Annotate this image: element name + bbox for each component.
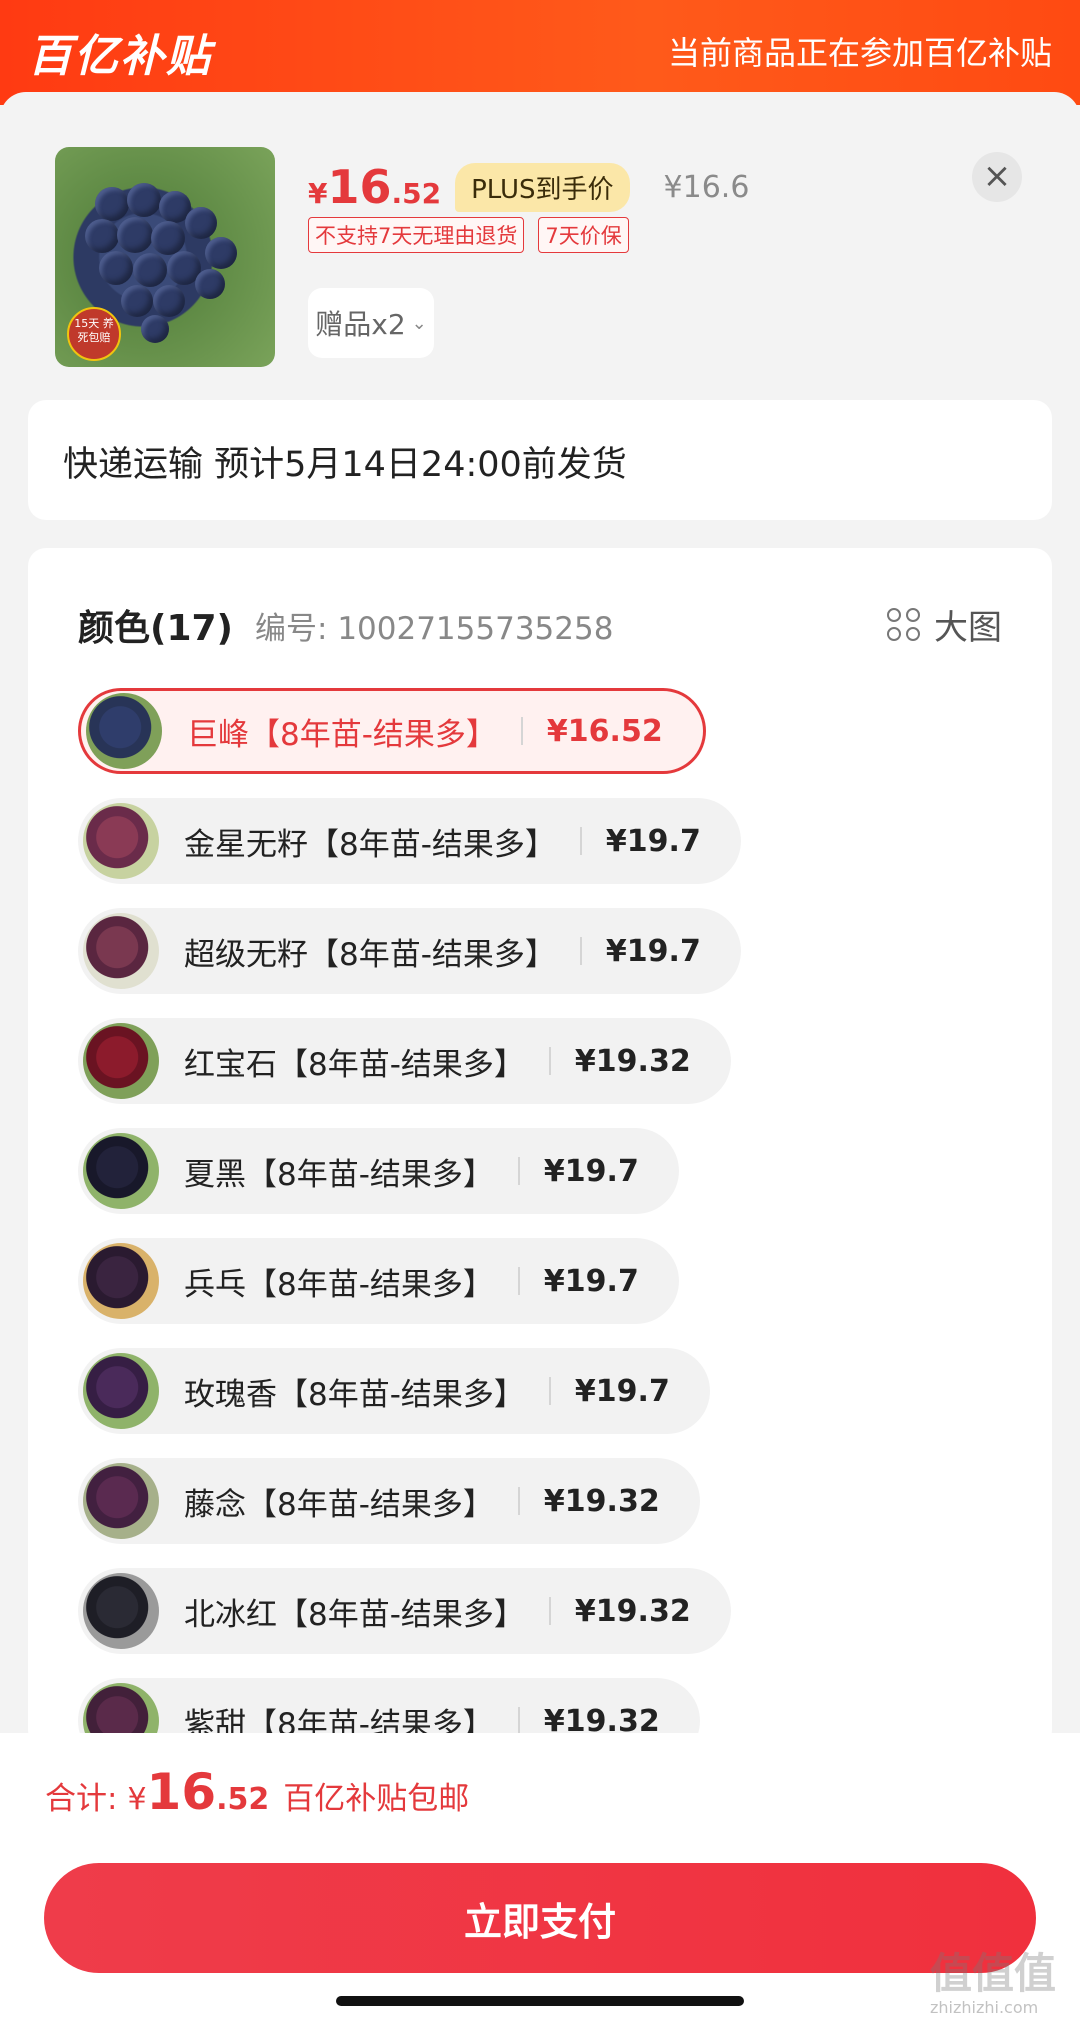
total-label: 合计: <box>45 1781 118 1817</box>
watermark-url: zhizhizhi.com <box>930 1998 1039 2017</box>
option-separator <box>517 1267 520 1295</box>
guarantee-badge: 15天 养死包赔 <box>67 307 121 361</box>
option-separator <box>548 1047 551 1075</box>
option-separator <box>517 1707 520 1735</box>
option-separator <box>548 1597 551 1625</box>
options-header: 颜色(17) 编号: 10027155735258 大图 <box>78 600 1002 650</box>
close-icon: × <box>982 156 1012 196</box>
pay-now-button[interactable]: 立即支付 <box>44 1863 1036 1973</box>
option-chip[interactable]: 金星无籽【8年苗-结果多】 ¥19.7 <box>78 798 741 884</box>
original-price: ¥16.6 <box>663 169 750 205</box>
option-thumbnail <box>83 1573 159 1649</box>
option-name: 北冰红【8年苗-结果多】 <box>184 1596 525 1633</box>
option-chip[interactable]: 玫瑰香【8年苗-结果多】 ¥19.7 <box>78 1348 710 1434</box>
option-thumbnail <box>86 693 162 769</box>
no-return-tag: 不支持7天无理由退货 <box>308 217 525 253</box>
checkout-footer: 合计: ¥ 16 .52 百亿补贴包邮 立即支付 <box>0 1733 1080 2031</box>
option-chip[interactable]: 红宝石【8年苗-结果多】 ¥19.32 <box>78 1018 731 1104</box>
option-name: 巨峰【8年苗-结果多】 <box>187 716 497 753</box>
option-name: 兵乓【8年苗-结果多】 <box>184 1266 494 1303</box>
options-card: 颜色(17) 编号: 10027155735258 大图 巨峰【8年苗-结果多】… <box>28 548 1052 1742</box>
current-price: ¥16.52 <box>308 160 442 214</box>
option-separator <box>548 1377 551 1405</box>
option-thumbnail <box>83 1023 159 1099</box>
product-thumbnail[interactable]: 15天 养死包赔 <box>55 147 275 367</box>
total-row: 合计: ¥ 16 .52 百亿补贴包邮 <box>45 1763 469 1821</box>
option-thumbnail <box>83 803 159 879</box>
option-price: ¥19.7 <box>543 1153 639 1189</box>
home-indicator[interactable] <box>336 1996 744 2006</box>
total-currency: ¥ <box>127 1782 147 1817</box>
product-code: 编号: 10027155735258 <box>255 610 614 647</box>
option-chip[interactable]: 藤念【8年苗-结果多】 ¥19.32 <box>78 1458 700 1544</box>
option-price: ¥19.7 <box>605 933 701 969</box>
option-chip[interactable]: 兵乓【8年苗-结果多】 ¥19.7 <box>78 1238 679 1324</box>
option-chip[interactable]: 夏黑【8年苗-结果多】 ¥19.7 <box>78 1128 679 1214</box>
grid-icon <box>886 607 922 643</box>
big-image-label: 大图 <box>934 608 1002 648</box>
option-separator <box>579 827 582 855</box>
close-button[interactable]: × <box>972 152 1022 202</box>
subsidy-logo: 百亿补贴 <box>28 31 212 82</box>
option-chip[interactable]: 北冰红【8年苗-结果多】 ¥19.32 <box>78 1568 731 1654</box>
option-name: 红宝石【8年苗-结果多】 <box>184 1046 525 1083</box>
total-amount-dec: .52 <box>216 1782 270 1817</box>
option-price: ¥19.7 <box>605 823 701 859</box>
option-chip[interactable]: 超级无籽【8年苗-结果多】 ¥19.7 <box>78 908 741 994</box>
gift-dropdown[interactable]: 赠品x2 ⌄ <box>308 288 434 358</box>
subsidy-banner: 百亿补贴 当前商品正在参加百亿补贴 <box>0 0 1080 105</box>
option-price: ¥19.7 <box>574 1373 670 1409</box>
total-amount-int: 16 <box>146 1763 217 1821</box>
option-chip[interactable]: 巨峰【8年苗-结果多】 ¥16.52 <box>78 688 706 774</box>
service-tags: 不支持7天无理由退货 7天价保 <box>308 217 629 253</box>
option-thumbnail <box>83 1463 159 1539</box>
option-thumbnail <box>83 1353 159 1429</box>
option-name: 金星无籽【8年苗-结果多】 <box>184 826 556 863</box>
option-name: 超级无籽【8年苗-结果多】 <box>184 936 556 973</box>
price-row: ¥16.52 PLUS到手价 ¥16.6 <box>308 152 749 222</box>
product-header: 15天 养死包赔 ¥16.52 PLUS到手价 ¥16.6 × 不支持7天无理由… <box>0 92 1080 392</box>
option-separator <box>517 1157 520 1185</box>
watermark-logo: 值值值 <box>930 1949 1057 1998</box>
sku-sheet: 15天 养死包赔 ¥16.52 PLUS到手价 ¥16.6 × 不支持7天无理由… <box>0 92 1080 1742</box>
options-title: 颜色(17) <box>78 608 234 649</box>
option-name: 玫瑰香【8年苗-结果多】 <box>184 1376 525 1413</box>
option-price: ¥19.32 <box>543 1483 660 1519</box>
big-image-toggle[interactable]: 大图 <box>886 600 1002 649</box>
shipping-card: 快递运输 预计5月14日24:00前发货 <box>28 400 1052 520</box>
shipping-info: 快递运输 预计5月14日24:00前发货 <box>63 445 627 485</box>
option-price: ¥19.32 <box>574 1043 691 1079</box>
option-name: 藤念【8年苗-结果多】 <box>184 1486 494 1523</box>
option-price: ¥19.7 <box>543 1263 639 1299</box>
option-separator <box>579 937 582 965</box>
option-thumbnail <box>83 1133 159 1209</box>
option-separator <box>517 1487 520 1515</box>
price-protect-tag: 7天价保 <box>538 217 629 253</box>
subsidy-notice: 当前商品正在参加百亿补贴 <box>667 34 1052 72</box>
plus-price-tag: PLUS到手价 <box>455 162 630 212</box>
option-thumbnail <box>83 913 159 989</box>
option-name: 夏黑【8年苗-结果多】 <box>184 1156 494 1193</box>
option-separator <box>520 717 523 745</box>
option-thumbnail <box>83 1243 159 1319</box>
free-shipping-note: 百亿补贴包邮 <box>283 1781 470 1817</box>
gift-label: 赠品x2 <box>315 308 406 341</box>
chevron-down-icon: ⌄ <box>411 312 427 334</box>
option-price: ¥19.32 <box>574 1593 691 1629</box>
option-price: ¥16.52 <box>546 713 663 749</box>
